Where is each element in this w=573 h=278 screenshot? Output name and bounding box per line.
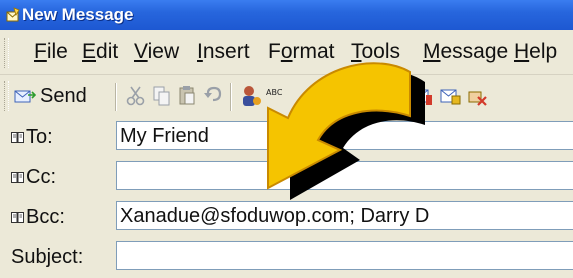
address-book-icon [11, 171, 24, 183]
copy-icon[interactable] [152, 85, 172, 107]
check-names-icon[interactable] [240, 84, 262, 108]
title-bar: New Message [0, 0, 573, 30]
menu-format[interactable]: Format [268, 39, 335, 65]
to-label[interactable]: To: [11, 125, 53, 149]
new-message-window: New Message File Edit View Insert Format… [0, 0, 573, 278]
cc-label[interactable]: Cc: [11, 165, 56, 189]
undo-icon[interactable] [203, 85, 223, 107]
to-row: To: My Friend [0, 117, 573, 157]
menu-help[interactable]: Help [514, 39, 557, 65]
toolbar-separator [115, 83, 117, 111]
window-title: New Message [22, 5, 134, 24]
bcc-row: Bcc: Xanadue@sfoduwop.com; Darry D [0, 197, 573, 237]
menu-insert[interactable]: Insert [197, 39, 250, 65]
menu-file[interactable]: File [34, 39, 68, 65]
send-label: Send [40, 85, 87, 107]
address-book-icon [11, 211, 24, 223]
subject-row: Subject: [0, 237, 573, 277]
bcc-label[interactable]: Bcc: [11, 205, 65, 229]
paste-icon[interactable] [177, 85, 197, 107]
send-button[interactable]: Send [14, 83, 87, 109]
menu-tools[interactable]: Tools [351, 39, 400, 65]
spelling-icon[interactable]: ABC [266, 86, 282, 104]
subject-field[interactable] [116, 241, 573, 270]
menu-message[interactable]: Message [423, 39, 508, 65]
toolbar-separator [230, 83, 232, 111]
priority-icon[interactable] [412, 87, 434, 107]
toolbar-grip[interactable] [4, 81, 9, 111]
send-icon [14, 90, 36, 103]
menu-grip[interactable] [4, 38, 9, 68]
cut-icon[interactable] [126, 85, 146, 107]
toolbar: Send ABC [0, 75, 573, 117]
subject-label: Subject: [11, 246, 84, 268]
menu-bar: File Edit View Insert Format Tools Messa… [0, 30, 573, 75]
menu-edit[interactable]: Edit [82, 39, 118, 65]
encrypt-icon[interactable] [466, 87, 488, 107]
svg-text:ABC: ABC [266, 88, 282, 97]
sign-icon[interactable] [440, 87, 462, 107]
new-message-icon [6, 7, 20, 22]
cc-row: Cc: [0, 157, 573, 197]
menu-view[interactable]: View [134, 39, 179, 65]
address-book-icon [11, 131, 24, 143]
bcc-field[interactable]: Xanadue@sfoduwop.com; Darry D [116, 201, 573, 230]
cc-field[interactable] [116, 161, 573, 190]
message-header-fields: To: My Friend Cc: Bcc: Xanadue@sfoduwop.… [0, 117, 573, 278]
to-field[interactable]: My Friend [116, 121, 573, 150]
